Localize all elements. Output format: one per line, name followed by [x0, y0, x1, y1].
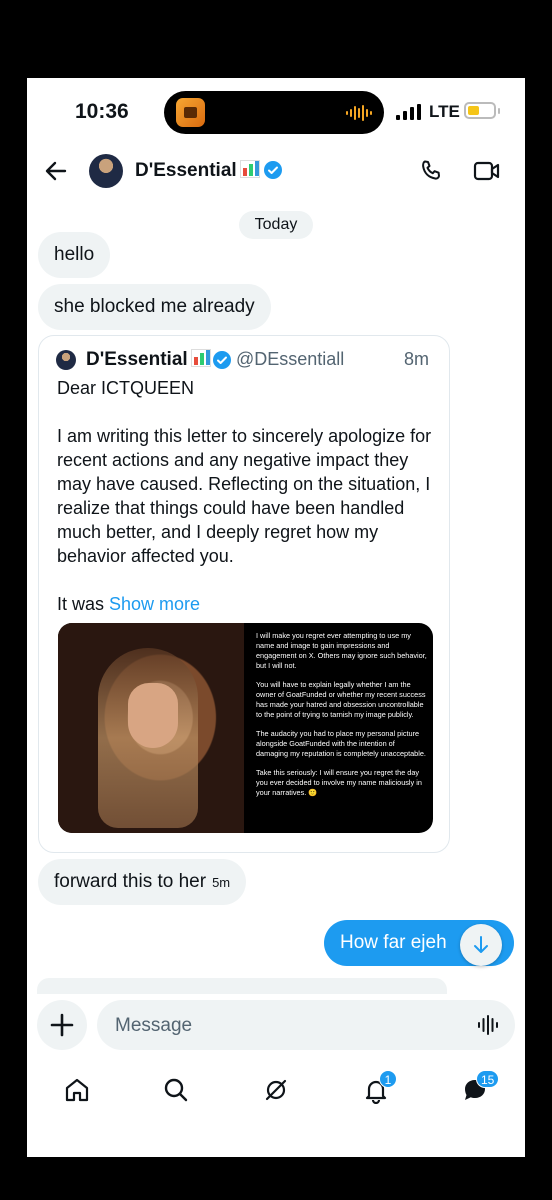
live-activity-app-icon [176, 98, 205, 127]
quoted-post-paragraph: I am writing this letter to sincerely ap… [57, 426, 432, 566]
quoted-post-avatar [56, 350, 76, 370]
quoted-post-greeting: Dear ICTQUEEN [57, 378, 195, 398]
quoted-post-card[interactable]: D'Essential @DEssentiall 8m Dear ICTQUEE… [38, 335, 450, 853]
add-attachment-button[interactable] [37, 1000, 87, 1050]
date-divider: Today [239, 211, 313, 239]
chart-emoji-icon [239, 160, 260, 178]
avatar[interactable] [89, 154, 123, 188]
incoming-message[interactable]: she blocked me already [38, 284, 271, 330]
video-call-icon[interactable] [473, 160, 501, 182]
quoted-post-handle: @DEssentiall [236, 349, 345, 369]
signal-icon [396, 104, 421, 120]
scroll-to-bottom-button[interactable] [460, 924, 502, 966]
phone-screen: 10:36 LTE D'Essential Today hello she bl… [27, 78, 525, 1157]
plus-icon [50, 1013, 74, 1037]
status-time: 10:36 [75, 100, 129, 123]
incoming-message[interactable]: forward this to her 5m [38, 859, 247, 905]
quoted-post-time: 8m [404, 349, 430, 369]
messages-badge: 15 [476, 1070, 500, 1088]
show-more-link[interactable]: Show more [109, 594, 200, 614]
quoted-post-media[interactable]: I will make you regret ever attempting t… [58, 623, 433, 833]
chat-header-name[interactable]: D'Essential [135, 160, 282, 182]
quoted-post-truncated: It was [57, 594, 110, 614]
phone-call-icon[interactable] [419, 159, 443, 183]
text-screenshot-image: I will make you regret ever attempting t… [256, 631, 427, 797]
dynamic-island [164, 91, 384, 134]
audio-wave-icon [346, 105, 372, 121]
verified-badge-icon [213, 351, 231, 369]
voice-message-icon[interactable] [477, 1015, 499, 1035]
message-placeholder: Message [115, 1015, 193, 1036]
grok-icon[interactable] [262, 1076, 290, 1104]
chart-emoji-icon [190, 349, 211, 367]
network-type: LTE [429, 102, 460, 121]
verified-badge-icon [263, 161, 282, 179]
quoted-post-author: D'Essential [86, 349, 211, 371]
incoming-message[interactable]: hello [38, 232, 111, 278]
partial-message-bubble [37, 978, 447, 994]
message-input[interactable]: Message [97, 1000, 515, 1050]
quoted-post-text: Dear ICTQUEEN I am writing this letter t… [57, 376, 437, 640]
battery-icon [464, 102, 496, 119]
home-icon[interactable] [63, 1076, 91, 1104]
arrow-down-icon [474, 936, 488, 953]
notifications-badge: 1 [379, 1070, 397, 1088]
portrait-photo [58, 623, 244, 833]
message-time: 5m [212, 875, 231, 890]
search-icon[interactable] [162, 1076, 190, 1104]
back-arrow-icon[interactable] [43, 158, 69, 184]
contact-name: D'Essential [135, 160, 237, 181]
